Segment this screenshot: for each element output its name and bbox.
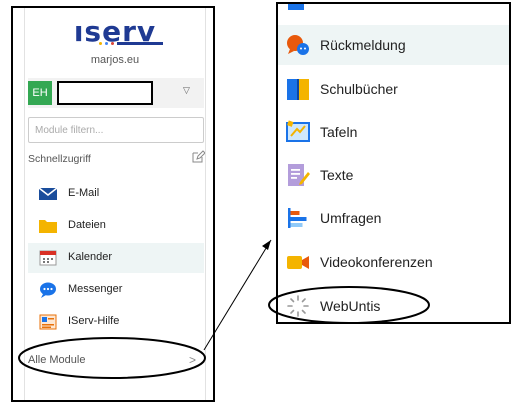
sidebar-item-files[interactable]: Dateien (28, 211, 204, 241)
feedback-icon (287, 35, 309, 55)
all-modules-label: Alle Module (28, 354, 86, 366)
modules-menu-panel: Rückmeldung Schulbücher Tafeln Texte Umf… (276, 2, 511, 324)
user-menu[interactable]: EH ▽ (28, 78, 204, 108)
avatar: EH (28, 81, 52, 105)
module-item-surveys[interactable]: Umfragen (278, 198, 509, 238)
sidebar-item-label: E-Mail (68, 187, 100, 199)
module-item-books[interactable]: Schulbücher (278, 69, 509, 109)
module-item-texts[interactable]: Texte (278, 155, 509, 195)
video-icon (287, 256, 309, 269)
module-item-label: Tafeln (320, 124, 358, 140)
sidebar-item-label: Messenger (68, 283, 123, 295)
quick-access-heading: Schnellzugriff (28, 153, 91, 165)
module-item-video-conferences[interactable]: Videokonferenzen (278, 242, 509, 282)
books-icon (287, 79, 309, 100)
module-item-boards[interactable]: Tafeln (278, 112, 509, 152)
module-item-feedback[interactable]: Rückmeldung (278, 25, 509, 65)
sidebar: ıserv marjos.eu EH ▽ Schnellzugriff E-Ma… (24, 8, 206, 400)
sidebar-item-label: Kalender (68, 251, 113, 263)
module-item-label: Texte (320, 167, 354, 183)
sidebar-item-label: IServ-Hilfe (68, 315, 120, 327)
domain-label: marjos.eu (90, 54, 140, 66)
annotation-arrow-head (262, 240, 271, 250)
module-item-label: Umfragen (320, 210, 382, 226)
help-icon (39, 314, 57, 330)
board-icon (286, 120, 310, 142)
chevron-down-icon[interactable]: ▽ (183, 85, 190, 96)
sidebar-item-messenger[interactable]: Messenger (28, 275, 204, 305)
edit-icon[interactable] (191, 150, 205, 164)
folder-icon (39, 220, 57, 233)
sidebar-item-label: Dateien (68, 219, 106, 231)
messenger-icon (40, 282, 56, 298)
logo-underline (99, 42, 169, 45)
chevron-right-icon: > (189, 353, 197, 367)
sidebar-item-email[interactable]: E-Mail (28, 179, 204, 209)
text-icon (288, 164, 310, 186)
sidebar-item-help[interactable]: IServ-Hilfe (28, 307, 204, 337)
module-filter-input[interactable] (28, 117, 204, 143)
calendar-icon (39, 250, 57, 266)
left-screenshot-panel: ıserv marjos.eu EH ▽ Schnellzugriff E-Ma… (11, 6, 215, 402)
all-modules-link[interactable]: Alle Module > (25, 351, 205, 371)
mail-icon (39, 187, 57, 200)
module-item-label: Videokonferenzen (320, 254, 433, 270)
partial-module-icon (288, 4, 304, 10)
module-item-label: Schulbücher (320, 81, 398, 97)
survey-icon (288, 208, 307, 228)
redacted-user-name (57, 81, 153, 105)
sidebar-item-calendar[interactable]: Kalender (28, 243, 204, 273)
webuntis-icon (287, 295, 309, 317)
module-item-webuntis[interactable]: WebUntis (278, 286, 509, 322)
module-item-label: WebUntis (320, 298, 381, 314)
module-item-label: Rückmeldung (320, 37, 406, 53)
